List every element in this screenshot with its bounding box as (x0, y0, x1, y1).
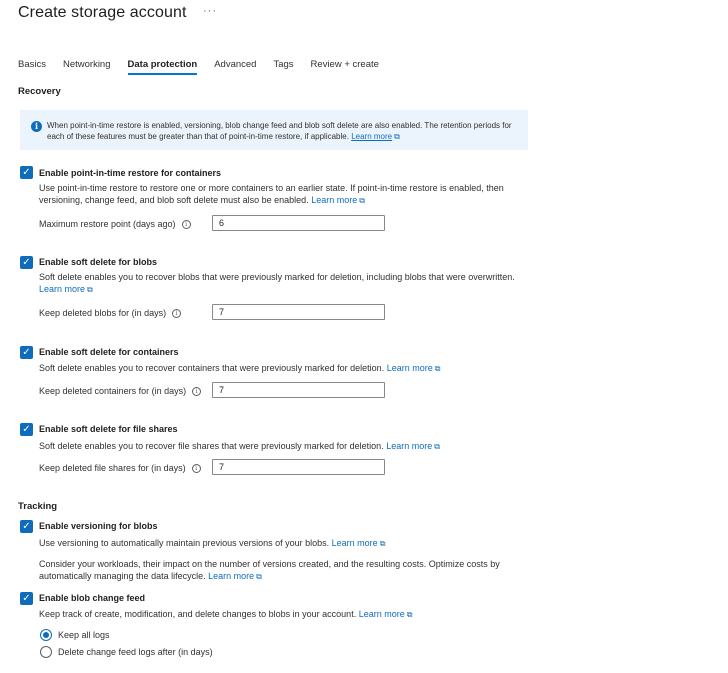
versioning-cost-note: Consider your workloads, their impact on… (39, 558, 519, 583)
info-banner-text: When point-in-time restore is enabled, v… (47, 121, 517, 142)
share-soft-delete-desc-text: Soft delete enables you to recover file … (39, 441, 384, 451)
tab-tags[interactable]: Tags (273, 59, 293, 75)
pitr-learn-more-link[interactable]: Learn more (311, 195, 357, 205)
tracking-heading: Tracking (18, 501, 58, 512)
container-soft-delete-label: Enable soft delete for containers (39, 347, 179, 357)
versioning-description: Use versioning to automatically maintain… (39, 537, 529, 550)
info-learn-more-link[interactable]: Learn more (351, 132, 392, 141)
keep-deleted-containers-text: Keep deleted containers for (in days) (39, 386, 187, 396)
external-link-icon: ⧉ (359, 196, 365, 205)
change-feed-checkbox[interactable]: ✓ (20, 592, 33, 605)
info-tooltip-icon[interactable]: i (192, 387, 202, 397)
info-icon: i (31, 121, 42, 132)
tab-advanced[interactable]: Advanced (214, 59, 256, 75)
blob-soft-delete-label: Enable soft delete for blobs (39, 257, 158, 267)
keep-deleted-blobs-input[interactable] (212, 304, 385, 320)
tab-bar: Basics Networking Data protection Advanc… (18, 59, 396, 75)
keep-all-logs-label[interactable]: Keep all logs (58, 630, 110, 640)
keep-deleted-shares-label: Keep deleted file shares for (in days) i (39, 463, 201, 474)
blob-soft-delete-checkbox[interactable]: ✓ (20, 256, 33, 269)
external-link-icon: ⧉ (256, 572, 262, 581)
versioning-cost-learn-more-link[interactable]: Learn more (208, 571, 254, 581)
pitr-description: Use point-in-time restore to restore one… (39, 182, 519, 207)
recovery-heading: Recovery (18, 86, 61, 97)
pitr-label: Enable point-in-time restore for contain… (39, 168, 222, 178)
more-options-icon[interactable]: ··· (203, 5, 217, 17)
container-soft-delete-description: Soft delete enables you to recover conta… (39, 362, 529, 375)
max-restore-point-input[interactable] (212, 215, 385, 231)
external-link-icon: ⧉ (406, 610, 413, 619)
tab-data-protection[interactable]: Data protection (127, 59, 198, 75)
info-tooltip-icon[interactable]: i (181, 220, 191, 230)
delete-logs-after-radio[interactable] (40, 646, 52, 658)
external-link-icon: ⧉ (87, 285, 93, 294)
container-soft-delete-checkbox[interactable]: ✓ (20, 346, 33, 359)
external-link-icon: ⧉ (434, 442, 440, 451)
change-feed-learn-more-link[interactable]: Learn more (359, 609, 405, 619)
share-soft-delete-description: Soft delete enables you to recover file … (39, 440, 529, 453)
blob-soft-delete-learn-more-link[interactable]: Learn more (39, 284, 85, 294)
versioning-label: Enable versioning for blobs (39, 521, 158, 531)
blob-soft-delete-desc-text: Soft delete enables you to recover blobs… (39, 272, 515, 282)
share-soft-delete-learn-more-link[interactable]: Learn more (386, 441, 432, 451)
share-soft-delete-label: Enable soft delete for file shares (39, 424, 178, 434)
versioning-desc-text: Use versioning to automatically maintain… (39, 538, 330, 548)
info-text: When point-in-time restore is enabled, v… (47, 121, 512, 141)
max-restore-point-text: Maximum restore point (days ago) (39, 219, 176, 229)
keep-deleted-blobs-text: Keep deleted blobs for (in days) (39, 308, 167, 318)
external-link-icon: ⧉ (379, 539, 386, 548)
change-feed-label: Enable blob change feed (39, 593, 146, 603)
change-feed-desc-text: Keep track of create, modification, and … (39, 609, 357, 619)
delete-logs-after-label[interactable]: Delete change feed logs after (in days) (58, 647, 213, 657)
pitr-desc-text: Use point-in-time restore to restore one… (39, 183, 504, 205)
external-link-icon: ⧉ (434, 364, 441, 373)
container-soft-delete-learn-more-link[interactable]: Learn more (387, 363, 433, 373)
versioning-cost-text: Consider your workloads, their impact on… (39, 559, 500, 581)
external-link-icon: ⧉ (394, 131, 400, 141)
container-soft-delete-desc-text: Soft delete enables you to recover conta… (39, 363, 385, 373)
info-tooltip-icon[interactable]: i (172, 309, 182, 319)
tab-networking[interactable]: Networking (63, 59, 111, 75)
keep-deleted-containers-label: Keep deleted containers for (in days) i (39, 386, 202, 397)
pitr-checkbox[interactable]: ✓ (20, 166, 33, 179)
tab-basics[interactable]: Basics (18, 59, 46, 75)
page-title: Create storage account (18, 4, 187, 21)
keep-deleted-blobs-label: Keep deleted blobs for (in days) i (39, 308, 182, 319)
keep-deleted-shares-input[interactable] (212, 459, 385, 475)
share-soft-delete-checkbox[interactable]: ✓ (20, 423, 33, 436)
tab-review-create[interactable]: Review + create (311, 59, 379, 75)
versioning-learn-more-link[interactable]: Learn more (332, 538, 378, 548)
versioning-checkbox[interactable]: ✓ (20, 520, 33, 533)
max-restore-point-label: Maximum restore point (days ago) i (39, 219, 191, 230)
info-banner: i When point-in-time restore is enabled,… (20, 110, 528, 150)
keep-deleted-shares-text: Keep deleted file shares for (in days) (39, 463, 186, 473)
blob-soft-delete-description: Soft delete enables you to recover blobs… (39, 271, 529, 296)
keep-deleted-containers-input[interactable] (212, 382, 385, 398)
info-tooltip-icon[interactable]: i (191, 464, 201, 474)
change-feed-description: Keep track of create, modification, and … (39, 608, 529, 621)
keep-all-logs-radio[interactable] (40, 629, 52, 641)
